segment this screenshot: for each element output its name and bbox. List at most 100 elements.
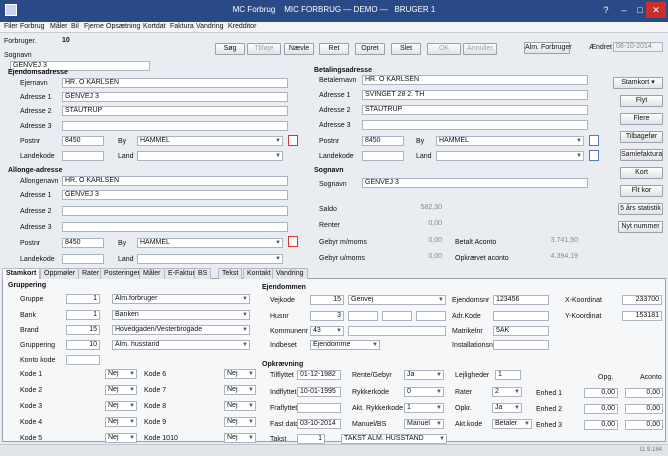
husnr-side-field[interactable]	[416, 311, 446, 321]
allonge-landekode-field[interactable]	[62, 254, 104, 264]
aktkode-select[interactable]: Betaler ▼	[492, 419, 532, 429]
betaling-adr2-field[interactable]: STAUTRUP	[362, 105, 588, 115]
menu-fjerne[interactable]: Fjerne	[84, 23, 104, 30]
fast-dato-field[interactable]: 03-10-2014	[297, 419, 341, 429]
tab-stamkort[interactable]: Stamkort	[2, 268, 41, 279]
ejendom-adr2-field[interactable]: STAUTRUP	[62, 106, 288, 116]
ejendom-adr3-field[interactable]	[62, 121, 288, 131]
address-lookup-icon[interactable]	[288, 135, 298, 146]
address-lookup-icon[interactable]	[288, 236, 298, 247]
flt-kor-button[interactable]: Flt kor	[620, 185, 663, 197]
allonge-postnr-field[interactable]: 8450	[62, 238, 104, 248]
ejendom-postnr-field[interactable]: 8450	[62, 136, 104, 146]
matrikel-field[interactable]: 5AK	[493, 326, 549, 336]
betaling-land-select[interactable]: ▼	[436, 151, 584, 161]
betaling-landekode-field[interactable]	[362, 151, 404, 161]
close-icon[interactable]: ✕	[646, 2, 666, 18]
statistik-button[interactable]: 5 års statistik	[618, 203, 663, 215]
allonge-land-select[interactable]: ▼	[137, 254, 283, 264]
soeg-button[interactable]: Søg	[215, 43, 245, 55]
brand-nr-field[interactable]: 15	[66, 325, 100, 335]
kode7-select[interactable]: Nej ▼	[224, 385, 256, 395]
vejkode-field[interactable]: 15	[310, 295, 344, 305]
naevle-button[interactable]: Nævle	[284, 43, 314, 55]
betaling-postnr-field[interactable]: 8450	[362, 136, 404, 146]
enhed1-opg-field[interactable]: 0,00	[584, 388, 618, 398]
ejendom-landekode-field[interactable]	[62, 151, 104, 161]
menu-kortdat[interactable]: Kortdat	[143, 23, 166, 30]
menu-vandring[interactable]: Vandring	[196, 23, 224, 30]
menu-forbrug[interactable]: Forbrug	[20, 23, 45, 30]
enhed3-opg-field[interactable]: 0,00	[584, 420, 618, 430]
tilbagefoer-button[interactable]: Tilbagefør	[620, 131, 663, 143]
tab-maaler[interactable]: Måler	[139, 268, 165, 279]
flyt-button[interactable]: Flyt	[620, 95, 663, 107]
alm-forbruger-button[interactable]: Alm. Forbruger	[524, 42, 572, 54]
menu-faktura[interactable]: Faktura	[170, 23, 194, 30]
grup-select[interactable]: Alm. husstand ▼	[112, 340, 250, 350]
indflyttet-field[interactable]: 10-01-1995	[297, 387, 341, 397]
manuel-select[interactable]: Manuel ▼	[404, 419, 444, 429]
enhed3-aconto-field[interactable]: 0,00	[625, 420, 663, 430]
brand-select[interactable]: Hovedgaden/Vesterbrogade ▼	[112, 325, 250, 335]
bank-select[interactable]: Banken ▼	[112, 310, 250, 320]
gruppe-nr-field[interactable]: 1	[66, 294, 100, 304]
xkoord-field[interactable]: 233700	[622, 295, 662, 305]
slet-button[interactable]: Slet	[391, 43, 421, 55]
tab-oppmoeler[interactable]: Oppmøler	[40, 268, 80, 279]
kode1-select[interactable]: Nej ▼	[105, 369, 137, 379]
kode6-select[interactable]: Nej ▼	[224, 369, 256, 379]
betaling-by-select[interactable]: HAMMEL ▼	[436, 136, 584, 146]
kommune-select[interactable]: 43 ▼	[310, 326, 344, 336]
ok-button[interactable]: OK	[427, 43, 461, 55]
betaling-adr3-field[interactable]	[362, 120, 588, 130]
husnr-field[interactable]: 3	[310, 311, 344, 321]
husnr-bogstav-field[interactable]	[348, 311, 378, 321]
opret-button[interactable]: Opret	[355, 43, 385, 55]
takst-nr-field[interactable]: 1	[297, 434, 325, 444]
install-field[interactable]	[493, 340, 549, 350]
allonge-adr2-field[interactable]	[62, 206, 288, 216]
address-lookup-icon[interactable]	[589, 150, 599, 161]
menu-maaler[interactable]: Måler	[50, 23, 68, 30]
betaling-adr1-field[interactable]: SVINGET 28 2. TH	[362, 90, 588, 100]
ret-button[interactable]: Ret	[319, 43, 349, 55]
ejendom-land-select[interactable]: ▼	[137, 151, 283, 161]
allonge-by-select[interactable]: HAMMEL ▼	[137, 238, 283, 248]
samlefaktura-button[interactable]: Samlefaktura	[620, 149, 663, 161]
rater-select[interactable]: 2 ▼	[492, 387, 522, 397]
menu-bil[interactable]: Bil	[71, 23, 79, 30]
rente-select[interactable]: Ja ▼	[404, 370, 444, 380]
ejendom-adr1-field[interactable]: GENVEJ 3	[62, 92, 288, 102]
address-lookup-icon[interactable]	[589, 135, 599, 146]
allonge-adr1-field[interactable]: GENVEJ 3	[62, 190, 288, 200]
menu-opsaetning[interactable]: Opsætning	[106, 23, 140, 30]
adrkode-field[interactable]	[493, 311, 549, 321]
kode8-select[interactable]: Nej ▼	[224, 401, 256, 411]
opkr-select[interactable]: Ja ▼	[492, 403, 522, 413]
aktryk-select[interactable]: 1 ▼	[404, 403, 444, 413]
husnr-etage-field[interactable]	[382, 311, 412, 321]
ejendomsnr-field[interactable]: 123456	[493, 295, 549, 305]
gruppe-select[interactable]: Alm.forbruger ▼	[112, 294, 250, 304]
help-icon[interactable]: ?	[596, 2, 616, 18]
kode3-select[interactable]: Nej ▼	[105, 401, 137, 411]
menu-filer[interactable]: Filer	[4, 23, 18, 30]
tab-vandring[interactable]: Vandring	[272, 268, 308, 279]
kode4-select[interactable]: Nej ▼	[105, 417, 137, 427]
sognavn2-field[interactable]: GENVEJ 3	[362, 178, 588, 188]
kort-button[interactable]: Kort	[620, 167, 663, 179]
enhed2-opg-field[interactable]: 0,00	[584, 404, 618, 414]
kode9-select[interactable]: Nej ▼	[224, 417, 256, 427]
tab-posteringer[interactable]: Posteringer	[100, 268, 144, 279]
ykoord-field[interactable]: 153181	[622, 311, 662, 321]
allonge-navn-field[interactable]: HR. O KARLSEN	[62, 176, 288, 186]
bank-nr-field[interactable]: 1	[66, 310, 100, 320]
vej-select[interactable]: Genvej ▼	[348, 295, 446, 305]
nyt-nummer-button[interactable]: Nyt nummer	[618, 221, 663, 233]
lejlighed-field[interactable]: 1	[495, 370, 521, 380]
tab-bs[interactable]: BS	[194, 268, 212, 279]
tilflyttet-field[interactable]: 01-12-1982	[297, 370, 341, 380]
allonge-adr3-field[interactable]	[62, 222, 288, 232]
kommune-navn-field[interactable]	[348, 326, 446, 336]
